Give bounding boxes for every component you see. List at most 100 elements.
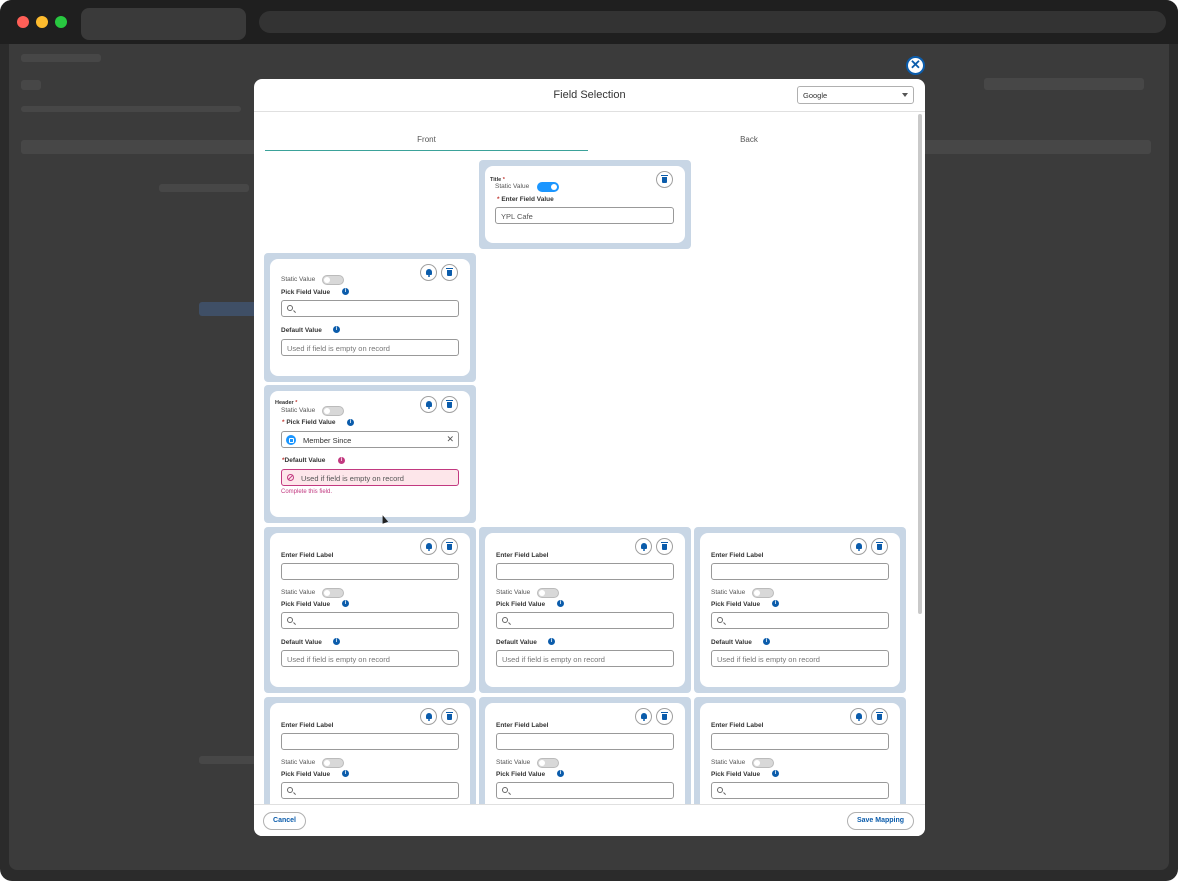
- pick-field-search-input[interactable]: [711, 782, 889, 799]
- field-card: Enter Field Label Static Value Pick Fiel…: [694, 527, 906, 693]
- info-icon[interactable]: i: [772, 600, 779, 607]
- info-icon[interactable]: i: [342, 288, 349, 295]
- default-value-input[interactable]: Used if field is empty on record: [281, 339, 459, 356]
- pick-field-search-input[interactable]: [281, 612, 459, 629]
- address-bar[interactable]: [259, 11, 1166, 33]
- notify-button[interactable]: [420, 396, 437, 413]
- default-value-label: *Default Value: [282, 457, 326, 464]
- delete-button[interactable]: [656, 171, 673, 188]
- clear-icon[interactable]: ✕: [446, 434, 454, 445]
- bell-icon: [426, 269, 432, 277]
- backdrop-text-2: [199, 756, 259, 764]
- field-value-input[interactable]: YPL Cafe: [495, 207, 674, 224]
- delete-button[interactable]: [441, 396, 458, 413]
- delete-button[interactable]: [656, 538, 673, 555]
- info-icon[interactable]: i: [557, 770, 564, 777]
- pick-field-search-input[interactable]: [281, 782, 459, 799]
- tab-back[interactable]: Back: [588, 129, 910, 151]
- bell-icon: [426, 543, 432, 551]
- bell-icon: [426, 713, 432, 721]
- delete-button[interactable]: [871, 538, 888, 555]
- notify-button[interactable]: [420, 264, 437, 281]
- static-value-toggle[interactable]: [322, 275, 344, 285]
- static-value-toggle[interactable]: [322, 406, 344, 416]
- browser-tab[interactable]: [81, 8, 246, 40]
- enter-field-value-label: * Enter Field Value: [497, 196, 554, 203]
- platform-select[interactable]: Google: [797, 86, 914, 104]
- error-message: Complete this field.: [281, 489, 333, 495]
- delete-button[interactable]: [441, 264, 458, 281]
- notify-button[interactable]: [420, 708, 437, 725]
- trash-icon: [876, 712, 883, 720]
- default-value-input-error[interactable]: Used if field is empty on record: [281, 469, 459, 486]
- save-mapping-button[interactable]: Save Mapping: [847, 812, 914, 830]
- scrollbar[interactable]: [918, 114, 922, 614]
- info-icon[interactable]: i: [342, 770, 349, 777]
- default-value-input[interactable]: Used if field is empty on record: [496, 650, 674, 667]
- trash-icon: [876, 542, 883, 550]
- static-value-toggle[interactable]: [322, 758, 344, 768]
- default-value-input[interactable]: Used if field is empty on record: [281, 650, 459, 667]
- info-icon[interactable]: i: [347, 419, 354, 426]
- close-window-button[interactable]: [17, 16, 29, 28]
- static-value-toggle[interactable]: [537, 588, 559, 598]
- pick-field-search-input[interactable]: [711, 612, 889, 629]
- delete-button[interactable]: [441, 538, 458, 555]
- delete-button[interactable]: [871, 708, 888, 725]
- enter-field-label-label: Enter Field Label: [496, 722, 549, 729]
- tab-front[interactable]: Front: [265, 129, 588, 151]
- info-icon[interactable]: i: [342, 600, 349, 607]
- close-icon[interactable]: ✕: [906, 56, 925, 75]
- info-icon[interactable]: i: [772, 770, 779, 777]
- static-value-toggle[interactable]: [752, 588, 774, 598]
- field-card-body: Enter Field Label Static Value Pick Fiel…: [270, 533, 470, 687]
- static-value-toggle[interactable]: [537, 758, 559, 768]
- info-icon[interactable]: i: [338, 457, 345, 464]
- pick-field-value-label: Pick Field Value: [496, 771, 546, 778]
- pick-field-search-input[interactable]: [496, 612, 674, 629]
- enter-field-label-label: Enter Field Label: [281, 722, 334, 729]
- info-icon[interactable]: i: [557, 600, 564, 607]
- info-icon[interactable]: i: [548, 638, 555, 645]
- notify-button[interactable]: [635, 538, 652, 555]
- default-value-input[interactable]: Used if field is empty on record: [711, 650, 889, 667]
- maximize-window-button[interactable]: [55, 16, 67, 28]
- notify-button[interactable]: [635, 708, 652, 725]
- field-label-input[interactable]: [711, 563, 889, 580]
- field-cards-area[interactable]: Title * Static Value * Enter Field Value…: [254, 154, 925, 804]
- bell-icon: [856, 713, 862, 721]
- backdrop-text: [159, 184, 249, 192]
- pick-field-search-input[interactable]: [496, 782, 674, 799]
- pick-field-value-label: Pick Field Value: [281, 771, 331, 778]
- default-value-label: Default Value: [711, 639, 752, 646]
- info-icon[interactable]: i: [333, 638, 340, 645]
- field-card: Enter Field Label Static Value Pick Fiel…: [694, 697, 906, 804]
- field-label-input[interactable]: [281, 733, 459, 750]
- field-label-input[interactable]: [281, 563, 459, 580]
- search-icon: [287, 305, 293, 311]
- notify-button[interactable]: [850, 708, 867, 725]
- field-label-input[interactable]: [711, 733, 889, 750]
- field-card-body: Enter Field Label Static Value Pick Fiel…: [700, 533, 900, 687]
- static-value-toggle[interactable]: [322, 588, 344, 598]
- search-icon: [502, 787, 508, 793]
- static-value-label: Static Value: [495, 183, 530, 190]
- info-icon[interactable]: i: [333, 326, 340, 333]
- delete-button[interactable]: [656, 708, 673, 725]
- field-card: Enter Field Label Static Value Pick Fiel…: [264, 697, 476, 804]
- static-value-toggle[interactable]: [537, 182, 559, 192]
- bell-icon: [641, 713, 647, 721]
- chevron-down-icon: [902, 93, 908, 97]
- field-label-input[interactable]: [496, 563, 674, 580]
- notify-button[interactable]: [850, 538, 867, 555]
- backdrop-menu: [21, 80, 41, 90]
- notify-button[interactable]: [420, 538, 437, 555]
- minimize-window-button[interactable]: [36, 16, 48, 28]
- field-label-input[interactable]: [496, 733, 674, 750]
- cancel-button[interactable]: Cancel: [263, 812, 306, 830]
- info-icon[interactable]: i: [763, 638, 770, 645]
- pick-field-search-input[interactable]: [281, 300, 459, 317]
- static-value-toggle[interactable]: [752, 758, 774, 768]
- pick-field-selected[interactable]: Member Since ✕: [281, 431, 459, 448]
- delete-button[interactable]: [441, 708, 458, 725]
